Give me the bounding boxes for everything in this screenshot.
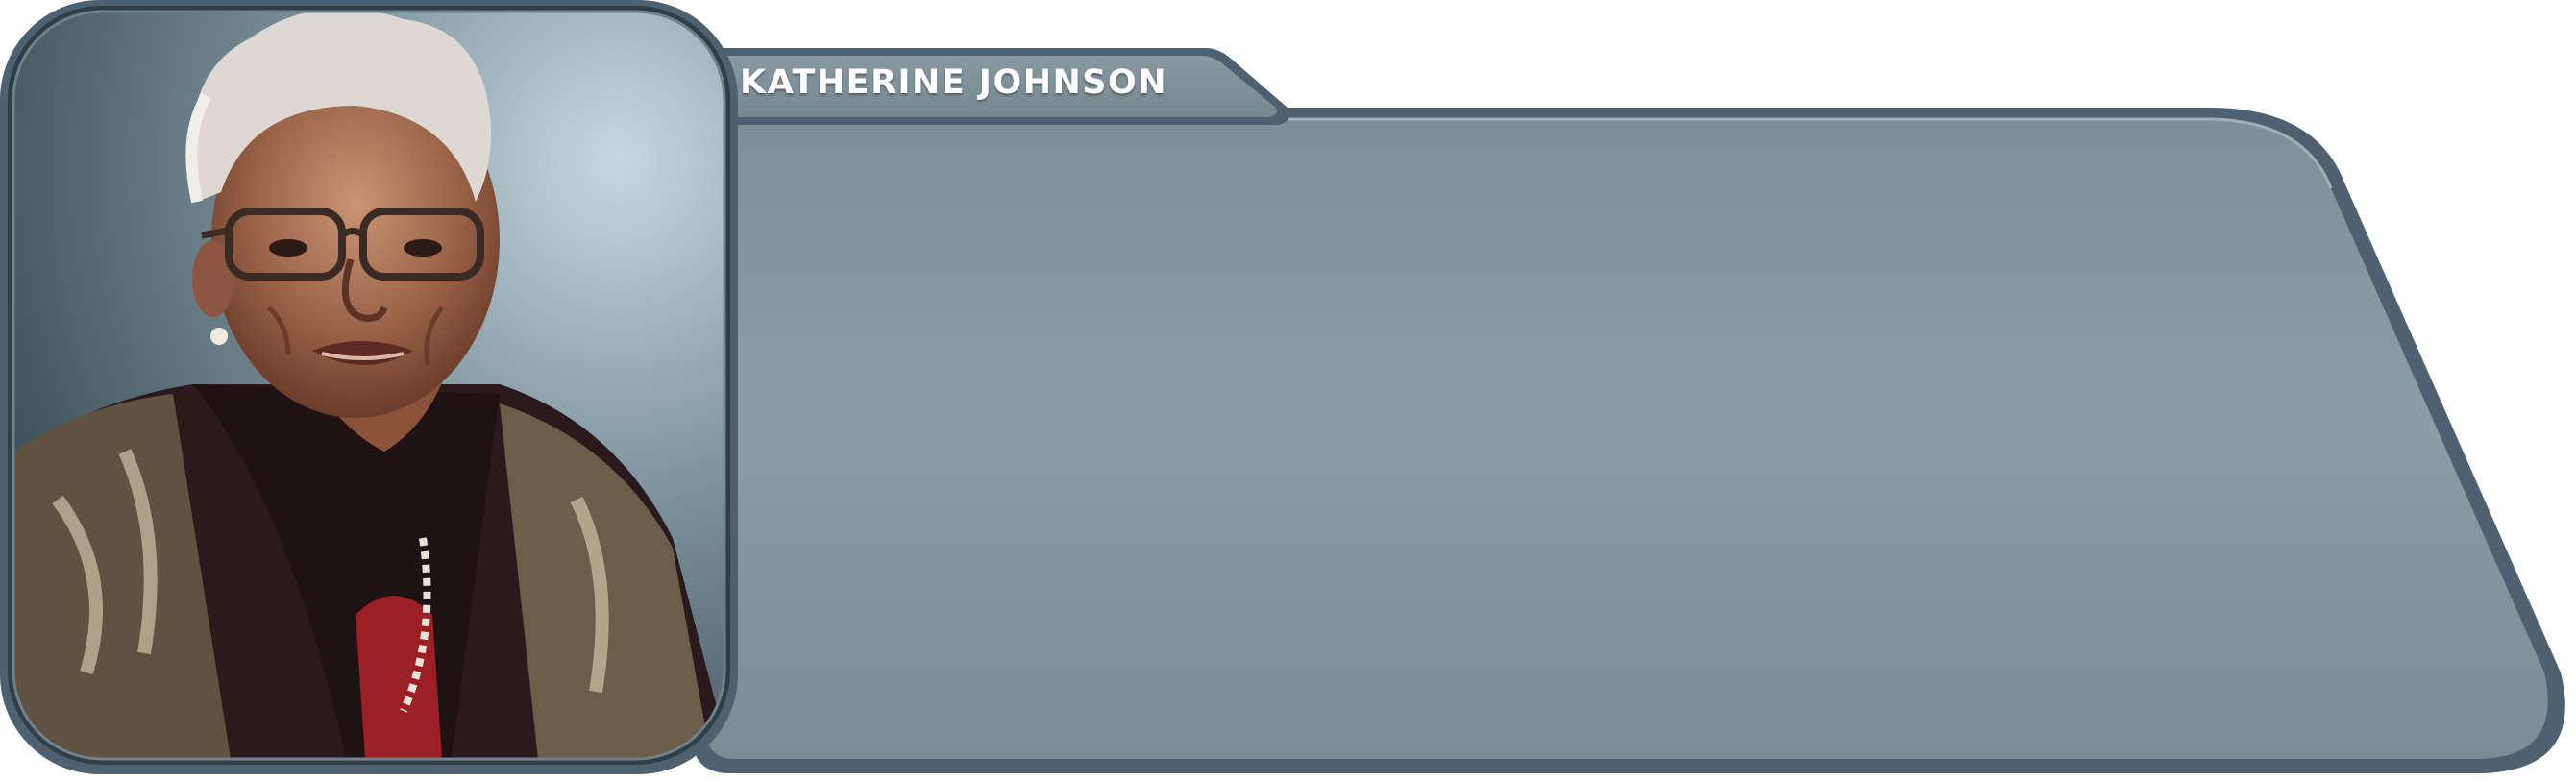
dialogue-text [769,163,2306,701]
character-name: KATHERINE JOHNSON [740,63,1168,102]
character-dialogue-card: KATHERINE JOHNSON [0,0,2576,782]
